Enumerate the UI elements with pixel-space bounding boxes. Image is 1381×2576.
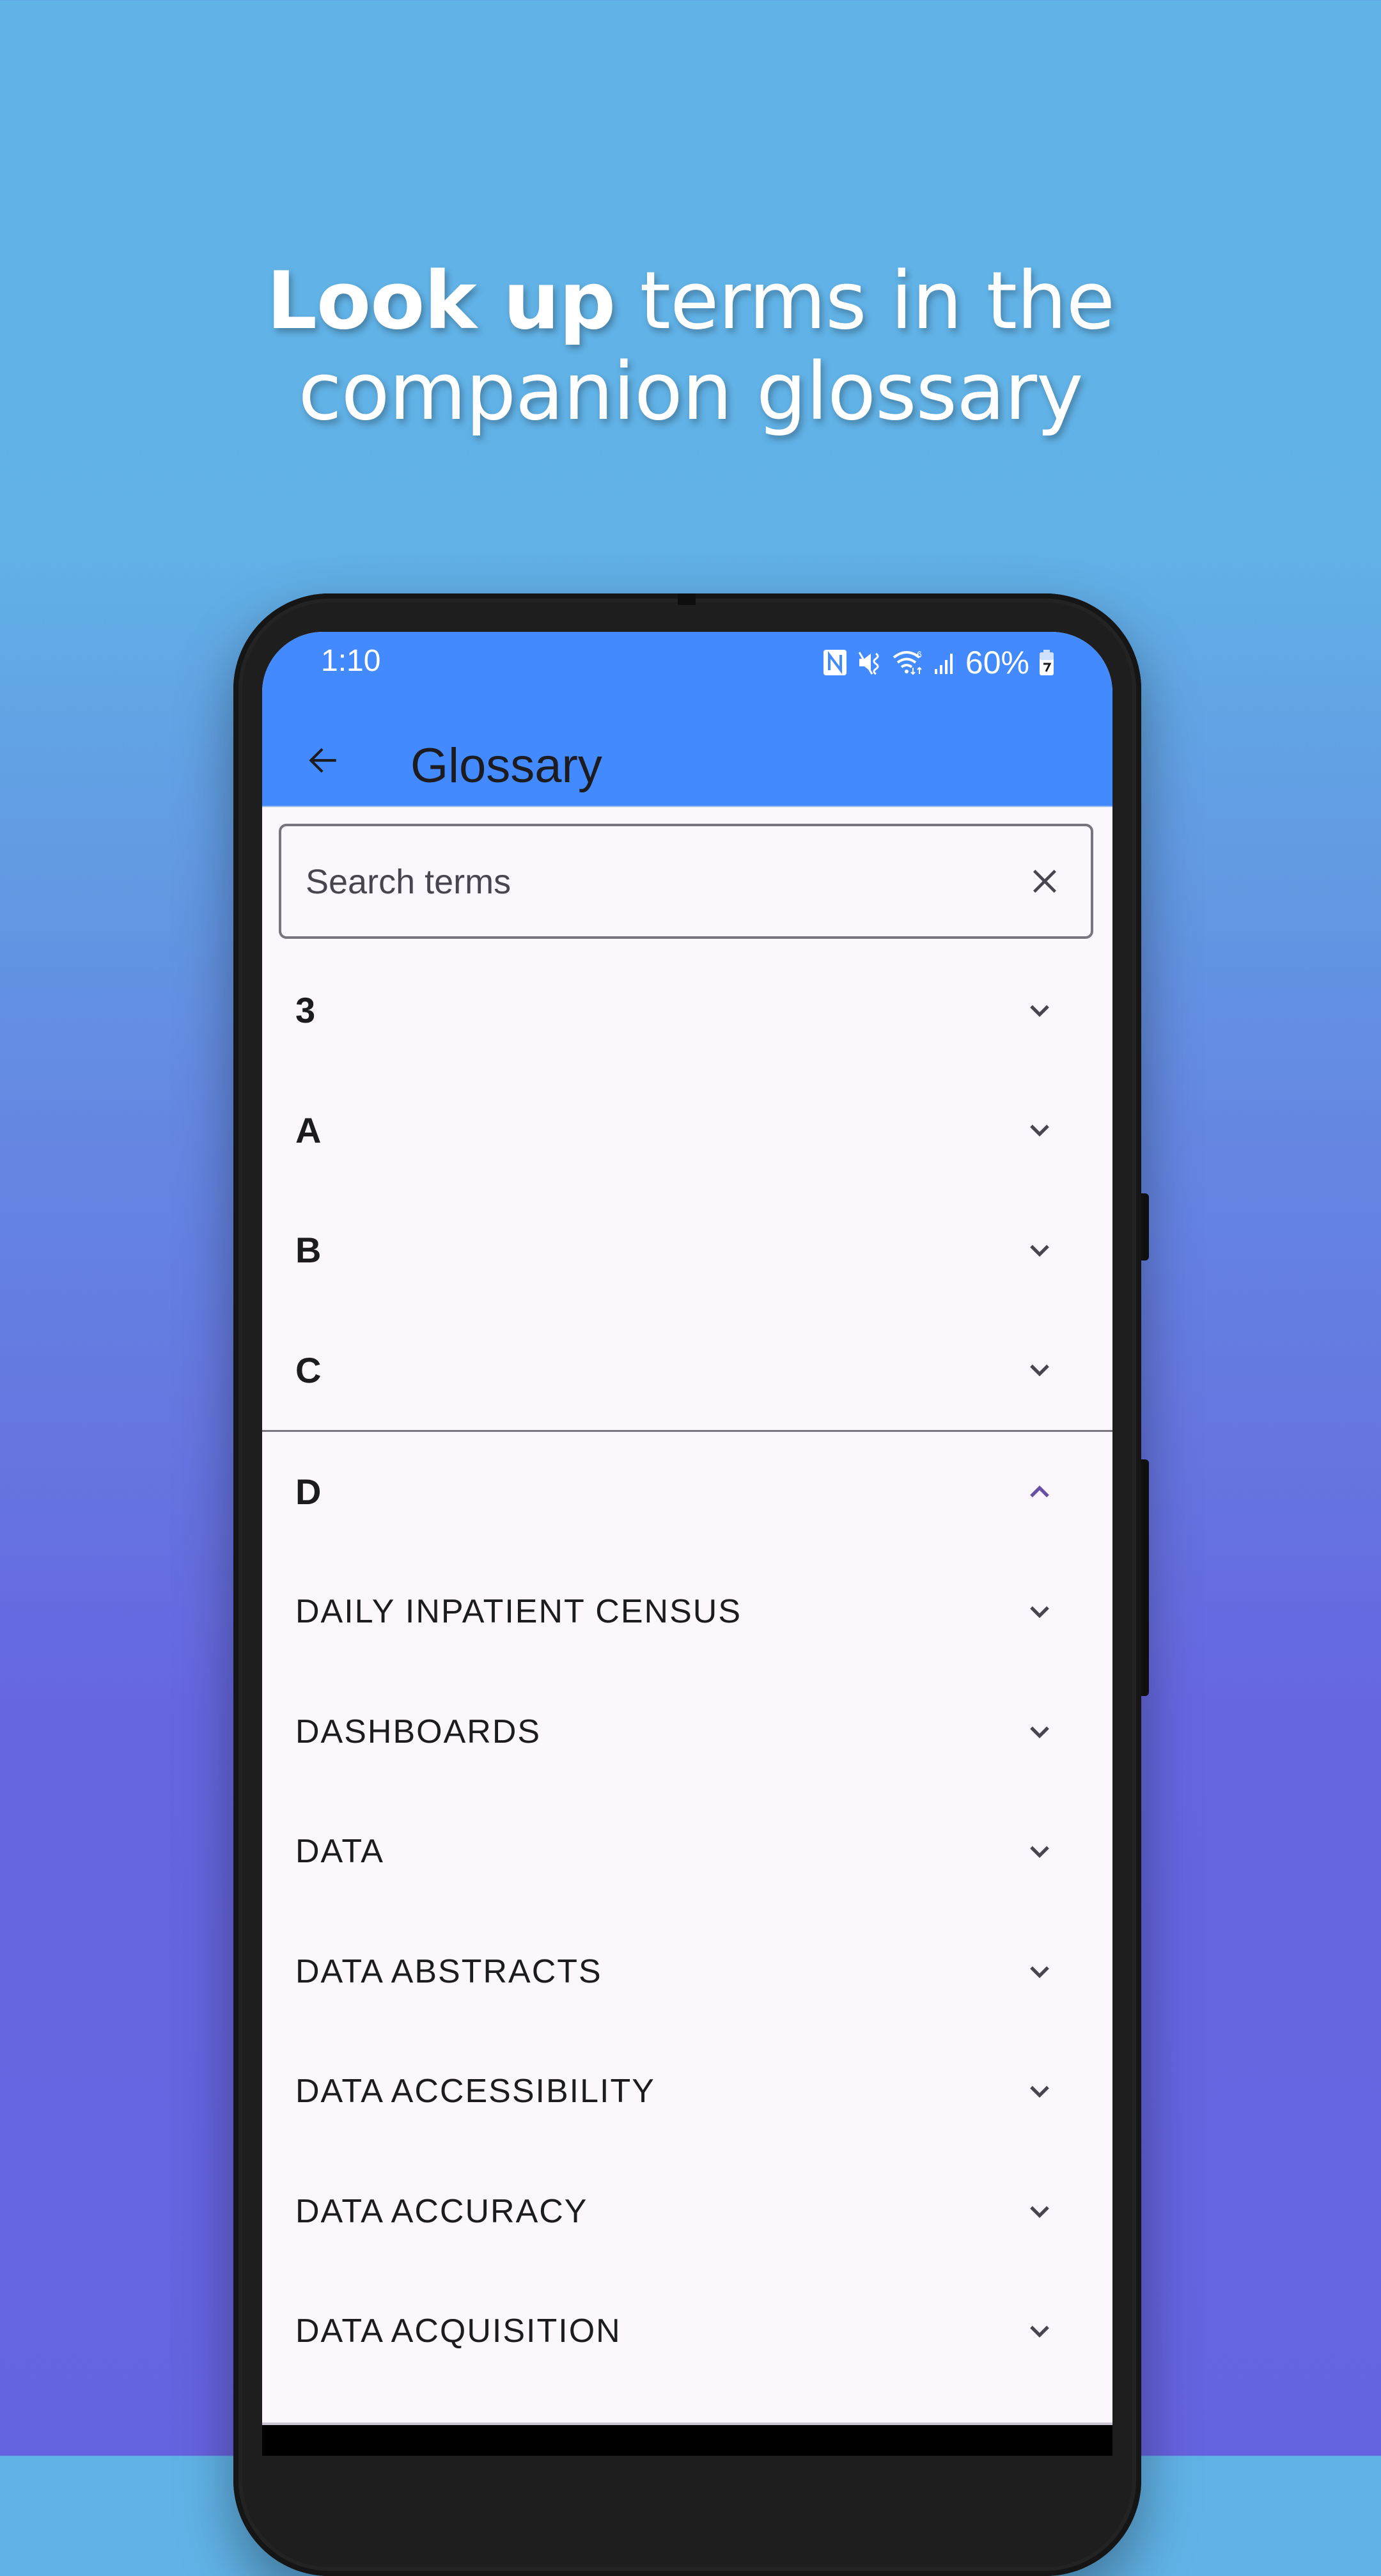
svg-text:6: 6	[917, 649, 922, 659]
headline-line-2: companion glossary	[298, 346, 1083, 438]
term-label: DASHBOARDS	[295, 1713, 542, 1750]
section-label: D	[295, 1472, 322, 1512]
chevron-down-icon	[1030, 1966, 1049, 1978]
section-header-b[interactable]: B	[262, 1190, 1112, 1310]
section-header-c[interactable]: C	[262, 1310, 1112, 1431]
phone-camera	[678, 593, 696, 605]
section-label: 3	[295, 990, 316, 1031]
arrow-back-icon	[309, 748, 336, 773]
app-bar: Glossary	[262, 715, 1112, 807]
term-label: DATA ACQUISITION	[295, 2313, 621, 2350]
section-label: C	[295, 1349, 322, 1390]
chevron-down-icon	[1030, 1606, 1049, 1619]
term-label: DATA	[295, 1833, 384, 1871]
close-icon	[1033, 870, 1056, 893]
battery-percent: 60%	[965, 645, 1029, 680]
term-item[interactable]: DASHBOARDS	[262, 1672, 1112, 1792]
search-input[interactable]	[304, 826, 1010, 938]
chevron-down-icon	[1030, 1726, 1049, 1738]
chevron-down-icon	[1030, 1245, 1049, 1257]
status-bar: 1:10 6 60%	[262, 632, 1112, 715]
wifi-icon: 6	[893, 649, 922, 675]
term-item[interactable]: DATA	[262, 1792, 1112, 1912]
chevron-down-icon	[1030, 1846, 1049, 1858]
chevron-down-icon	[1030, 2325, 1049, 2338]
term-item[interactable]: DATA ACCURACY	[262, 2151, 1112, 2272]
clear-search-button[interactable]	[1022, 858, 1068, 904]
status-time: 1:10	[321, 644, 381, 678]
chevron-down-icon	[1030, 1364, 1049, 1377]
chevron-down-icon	[1030, 2206, 1049, 2218]
term-label: DATA ACCURACY	[295, 2192, 588, 2230]
system-nav-bar	[262, 2423, 1112, 2456]
term-label: DATA ABSTRACTS	[295, 1952, 602, 1990]
chevron-down-icon	[1030, 1124, 1049, 1137]
chevron-down-icon	[1030, 1005, 1049, 1017]
phone-side-button	[1141, 1193, 1149, 1261]
phone-side-button	[1141, 1459, 1149, 1696]
phone-screen: 1:10 6 60% Glossary 3 A B	[262, 632, 1112, 2456]
back-button[interactable]	[294, 732, 352, 789]
promo-headline: Look up terms in the companion glossary	[0, 256, 1381, 437]
page-title: Glossary	[410, 739, 602, 793]
headline-line-1: Look up terms in the	[0, 256, 1381, 347]
nfc-icon	[823, 650, 847, 675]
glossary-list: 3 A B C D DAILY INPATIENT CENSUS DASHBOA…	[262, 950, 1112, 2391]
term-item[interactable]: DATA ABSTRACTS	[262, 1912, 1112, 2032]
battery-charging-icon	[1040, 650, 1054, 675]
mute-vibrate-icon	[858, 652, 879, 675]
term-label: DAILY INPATIENT CENSUS	[295, 1593, 742, 1631]
section-header-d[interactable]: D	[262, 1432, 1112, 1552]
chevron-down-icon	[1030, 2085, 1049, 2098]
status-icons: 6 60%	[822, 643, 1055, 682]
term-item[interactable]: DATA ACCESSIBILITY	[262, 2032, 1112, 2152]
headline-rest: terms in the	[615, 255, 1115, 347]
section-label: B	[295, 1230, 322, 1271]
term-item[interactable]: DATA ACQUISITION	[262, 2272, 1112, 2392]
section-header-3[interactable]: 3	[262, 950, 1112, 1071]
section-label: A	[295, 1110, 322, 1151]
chevron-up-icon	[1030, 1485, 1049, 1498]
section-header-a[interactable]: A	[262, 1071, 1112, 1191]
term-item[interactable]: DAILY INPATIENT CENSUS	[262, 1552, 1112, 1672]
term-label: DATA ACCESSIBILITY	[295, 2073, 655, 2110]
signal-icon	[934, 654, 953, 674]
headline-bold: Look up	[267, 255, 616, 347]
search-field[interactable]	[279, 824, 1093, 939]
